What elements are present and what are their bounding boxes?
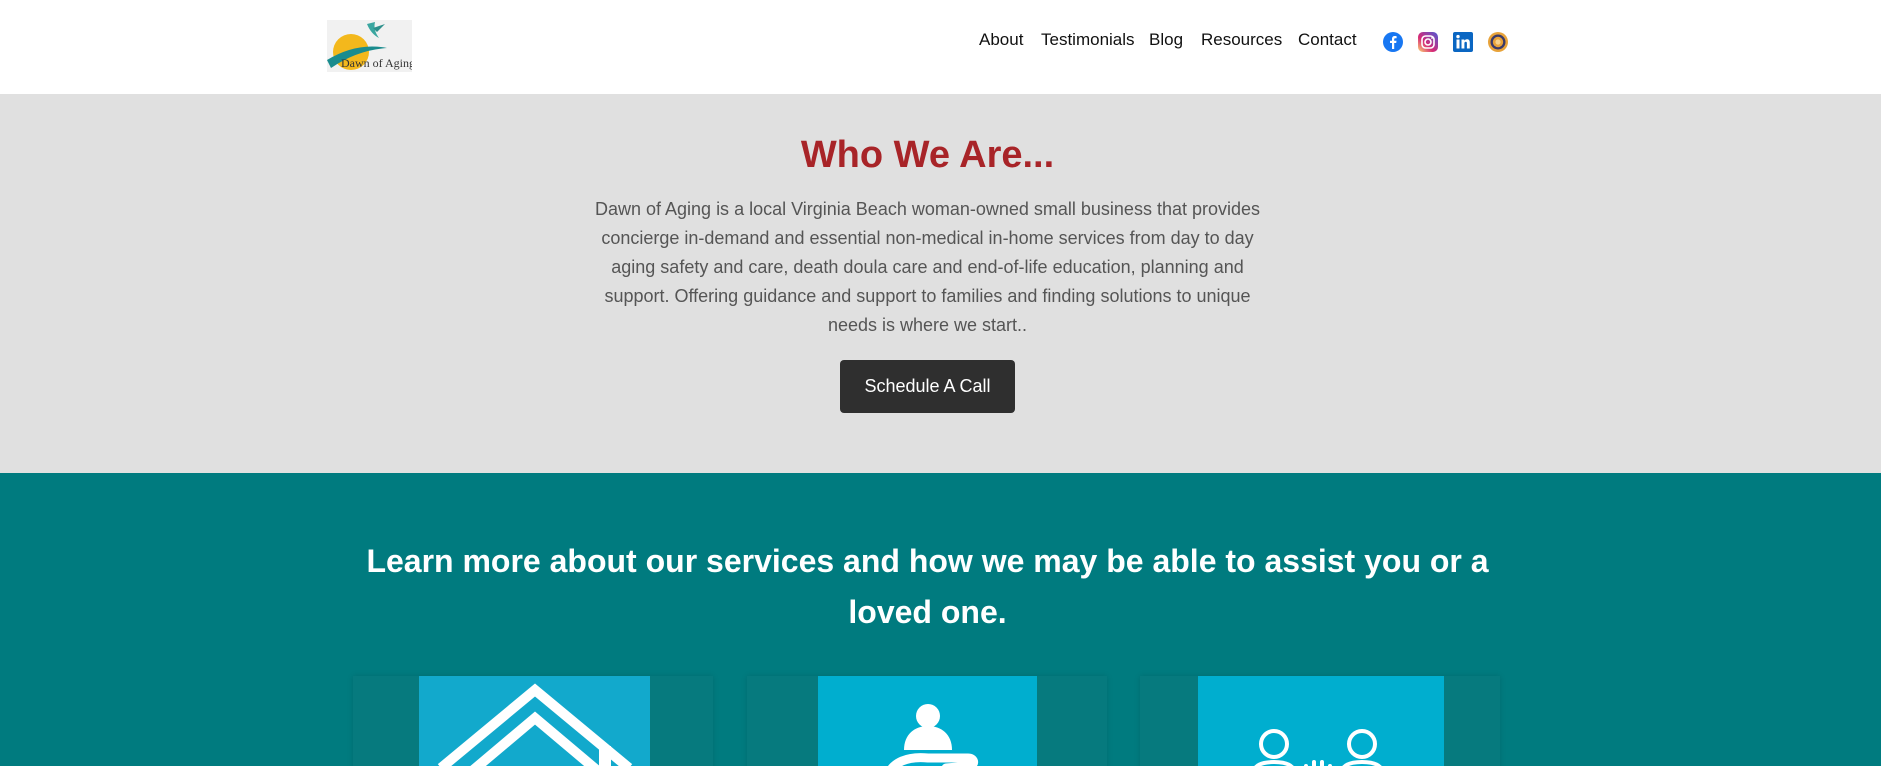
nav-resources-link[interactable]: Resources — [1201, 30, 1282, 50]
section-title: Who We Are... — [800, 134, 1055, 176]
facebook-icon[interactable] — [1382, 31, 1404, 53]
instagram-icon[interactable] — [1417, 31, 1439, 53]
nav-blog-link[interactable]: Blog — [1149, 30, 1183, 50]
services-section: Learn more about our services and how we… — [0, 473, 1881, 766]
nav-about-link[interactable]: About — [979, 30, 1023, 50]
services-heading: Learn more about our services and how we… — [366, 543, 1489, 630]
nav-testimonials-link[interactable]: Testimonials — [1041, 30, 1135, 50]
schedule-call-button[interactable]: Schedule A Call — [840, 360, 1015, 413]
section-description: Dawn of Aging is a local Virginia Beach … — [594, 199, 1261, 335]
service-card-image[interactable] — [818, 676, 1037, 766]
service-card-image[interactable] — [419, 676, 650, 766]
site-header: Dawn of Aging About Testimonials Blog Re… — [0, 0, 1881, 94]
family-icon — [1254, 729, 1382, 766]
caring-hands-icon — [888, 704, 979, 766]
who-we-are-section: Who We Are... Dawn of Aging is a local V… — [0, 94, 1881, 473]
service-card-image[interactable] — [1198, 676, 1444, 766]
linkedin-icon[interactable] — [1452, 31, 1474, 53]
logo-text: Dawn of Aging — [341, 56, 412, 70]
logo[interactable]: Dawn of Aging — [327, 20, 412, 72]
alignable-icon[interactable] — [1487, 31, 1509, 53]
house-icon — [437, 683, 633, 766]
nav-contact-link[interactable]: Contact — [1298, 30, 1357, 50]
